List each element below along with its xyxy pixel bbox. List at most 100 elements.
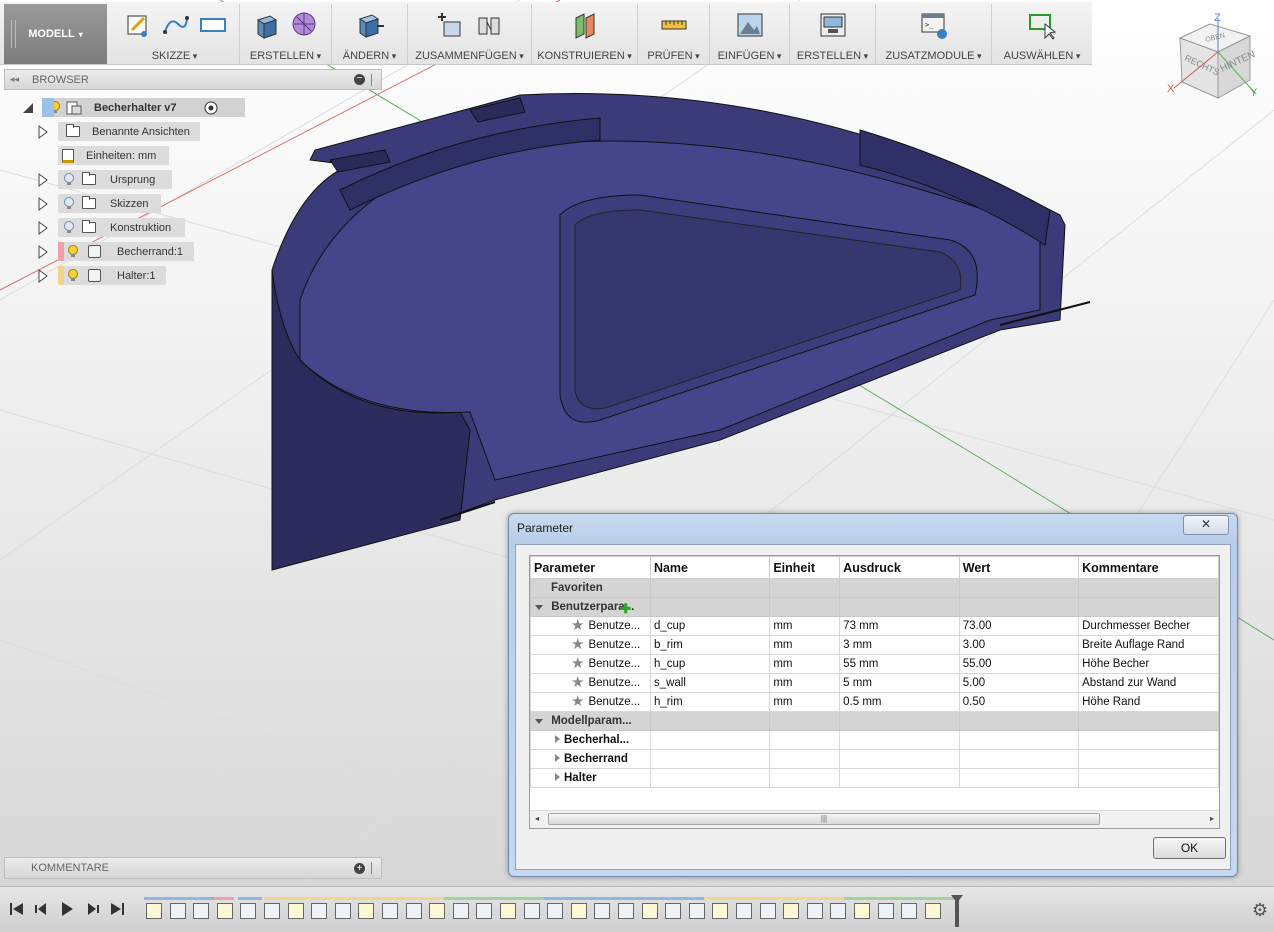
toolbar-group-sketch[interactable]: SKIZZE — [110, 4, 240, 64]
offset-plane-icon[interactable] — [570, 10, 600, 40]
group-row-user-parameters[interactable]: Benutzerpara... ✚ — [530, 597, 1219, 617]
press-pull-icon[interactable] — [355, 10, 385, 40]
tree-node[interactable]: Skizzen — [58, 194, 161, 213]
timeline-feature-icon[interactable] — [547, 903, 564, 919]
unit-cell[interactable]: mm — [769, 673, 841, 693]
timeline-feature-icon[interactable] — [783, 903, 800, 919]
timeline-feature-icon[interactable] — [429, 903, 446, 919]
unit-cell[interactable]: mm — [769, 654, 841, 674]
scroll-right-icon[interactable]: ▸ — [1210, 814, 1214, 823]
scroll-left-icon[interactable]: ◂ — [535, 814, 539, 823]
visibility-bulb-icon[interactable] — [68, 269, 78, 282]
name-cell[interactable]: b_rim — [649, 635, 771, 655]
add-comment-icon[interactable]: + — [354, 862, 365, 874]
timeline-feature-icon[interactable] — [240, 903, 257, 919]
toolbar-group-construct[interactable]: KONSTRUIEREN — [532, 4, 638, 64]
expand-triangle-icon[interactable] — [38, 173, 48, 187]
toolbar-group-create[interactable]: ERSTELLEN — [240, 4, 332, 64]
select-icon[interactable] — [1027, 10, 1057, 40]
tree-node[interactable]: Einheiten: mm — [58, 146, 169, 165]
timeline-feature-icon[interactable] — [830, 903, 847, 919]
timeline-feature-icon[interactable] — [736, 903, 752, 919]
parameters-table[interactable]: Parameter Name Einheit Ausdruck Wert Kom… — [529, 555, 1220, 829]
name-cell[interactable]: h_rim — [649, 692, 771, 712]
favorite-star-icon[interactable]: ★ — [571, 637, 584, 652]
column-header[interactable]: Einheit — [769, 556, 841, 579]
view-cube[interactable]: OBEN RECHTS HINTEN Z X Y — [1160, 10, 1260, 110]
comments-panel-header[interactable]: KOMMENTARE + — [4, 857, 382, 879]
comment-cell[interactable]: Breite Auflage Rand — [1078, 635, 1219, 655]
timeline-feature-icon[interactable] — [216, 903, 233, 919]
timeline-feature-icon[interactable] — [759, 903, 776, 919]
timeline-features[interactable] — [144, 897, 964, 925]
table-row[interactable]: ★ Benutze... h_cup mm 55 mm 55.00 Höhe Be… — [530, 654, 1219, 674]
timeline-feature-icon[interactable] — [146, 903, 162, 919]
toolbar-group-select[interactable]: AUSWÄHLEN — [992, 4, 1092, 64]
expand-triangle-icon[interactable] — [38, 221, 48, 235]
gear-icon[interactable]: ⚙ — [1252, 900, 1268, 921]
play-icon[interactable] — [58, 901, 76, 917]
tree-node[interactable]: Halter:1 — [58, 266, 166, 285]
comment-cell[interactable]: Höhe Becher — [1078, 654, 1219, 674]
favorite-star-icon[interactable]: ★ — [571, 618, 584, 633]
column-header[interactable]: Name — [649, 556, 771, 579]
form-icon[interactable] — [290, 10, 320, 40]
timeline-feature-icon[interactable] — [618, 903, 634, 919]
unit-cell[interactable]: mm — [769, 635, 841, 655]
table-row[interactable]: Becherhal... — [530, 730, 1219, 750]
timeline-feature-icon[interactable] — [712, 903, 729, 919]
comment-cell[interactable]: Abstand zur Wand — [1078, 673, 1219, 693]
toolbar-group-assemble[interactable]: ZUSAMMENFÜGEN — [408, 4, 532, 64]
tree-node[interactable]: Becherrand:1 — [58, 242, 194, 261]
expression-cell[interactable]: 73 mm — [839, 616, 960, 636]
timeline-feature-icon[interactable] — [334, 903, 351, 919]
timeline-feature-icon[interactable] — [193, 903, 210, 919]
table-row[interactable]: ★ Benutze... d_cup mm 73 mm 73.00 Durchme… — [530, 616, 1219, 636]
pin-icon[interactable] — [371, 862, 378, 874]
expanded-triangle-icon[interactable] — [22, 102, 34, 114]
expand-triangle-icon[interactable] — [38, 245, 48, 259]
name-cell[interactable]: h_cup — [649, 654, 771, 674]
timeline-feature-icon[interactable] — [665, 903, 682, 919]
timeline-feature-icon[interactable] — [806, 903, 823, 919]
timeline-feature-icon[interactable] — [854, 903, 870, 919]
table-row[interactable]: Halter — [530, 768, 1219, 788]
go-to-start-icon[interactable] — [8, 901, 26, 917]
toolbar-group-modify[interactable]: ÄNDERN — [332, 4, 408, 64]
column-header[interactable]: Wert — [958, 556, 1080, 579]
expand-triangle-icon[interactable] — [38, 125, 48, 139]
activate-radio-icon[interactable] — [204, 101, 218, 115]
scripts-icon[interactable]: >_ — [919, 10, 949, 40]
column-header[interactable]: Ausdruck — [839, 556, 960, 579]
table-row[interactable]: ★ Benutze... b_rim mm 3 mm 3.00 Breite Au… — [530, 635, 1219, 655]
group-row-favorites[interactable]: Favoriten — [530, 578, 1219, 598]
unit-cell[interactable]: mm — [769, 616, 841, 636]
table-row[interactable]: ★ Benutze... s_wall mm 5 mm 5.00 Abstand … — [530, 673, 1219, 693]
close-button[interactable]: ✕ — [1183, 515, 1229, 535]
unit-cell[interactable]: mm — [769, 692, 841, 712]
timeline-feature-icon[interactable] — [570, 903, 587, 919]
toolbar-group-make[interactable]: ERSTELLEN — [790, 4, 876, 64]
tree-node[interactable]: Benannte Ansichten — [58, 122, 200, 141]
name-cell[interactable]: s_wall — [649, 673, 771, 693]
expand-triangle-icon[interactable] — [555, 735, 560, 743]
timeline-feature-icon[interactable] — [641, 903, 658, 919]
tree-node[interactable]: Konstruktion — [58, 218, 185, 237]
expression-cell[interactable]: 55 mm — [839, 654, 960, 674]
favorite-star-icon[interactable]: ★ — [571, 675, 584, 690]
visibility-bulb-off-icon[interactable] — [64, 173, 74, 186]
spline-icon[interactable] — [160, 10, 190, 40]
horizontal-scrollbar[interactable]: ◂ ||| ▸ — [530, 810, 1219, 828]
timeline-feature-icon[interactable] — [382, 903, 398, 919]
tree-node[interactable]: Ursprung — [58, 170, 172, 189]
comment-cell[interactable]: Höhe Rand — [1078, 692, 1219, 712]
table-row[interactable]: Becherrand — [530, 749, 1219, 769]
pin-icon[interactable] — [371, 73, 378, 86]
expand-triangle-icon[interactable] — [555, 754, 560, 762]
timeline-marker[interactable] — [951, 895, 963, 927]
timeline-feature-icon[interactable] — [688, 903, 705, 919]
new-component-icon[interactable] — [436, 10, 466, 40]
timeline-feature-icon[interactable] — [924, 903, 941, 919]
workspace-selector[interactable]: MODELL ▾ — [4, 4, 107, 64]
add-parameter-icon[interactable]: ✚ — [620, 601, 631, 617]
